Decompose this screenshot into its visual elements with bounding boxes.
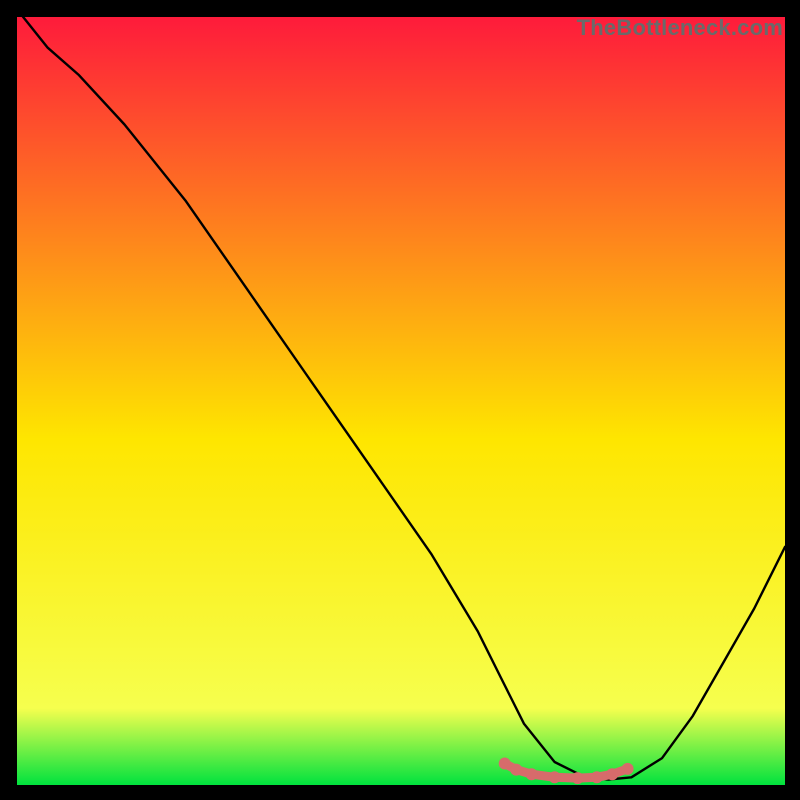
chart-frame: TheBottleneck.com	[17, 17, 785, 785]
bottleneck-chart	[17, 17, 785, 785]
min-marker-dot	[606, 768, 618, 780]
min-marker-dot	[622, 763, 634, 775]
min-marker-dot	[526, 768, 538, 780]
min-marker-dot	[572, 772, 584, 784]
min-marker-dot	[591, 771, 603, 783]
min-marker-dot	[499, 758, 511, 770]
min-marker-dot	[549, 771, 561, 783]
watermark-text: TheBottleneck.com	[577, 15, 783, 41]
min-marker-dot	[510, 764, 522, 776]
